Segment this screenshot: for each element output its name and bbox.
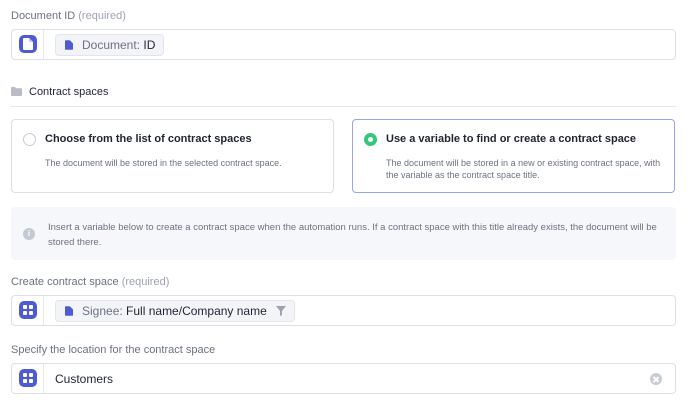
option-use-variable[interactable]: Use a variable to find or create a contr… bbox=[352, 119, 675, 193]
document-id-label: Document ID (required) bbox=[11, 10, 126, 22]
info-text: Insert a variable below to create a cont… bbox=[48, 222, 657, 248]
option-description: The document will be stored in the selec… bbox=[45, 158, 282, 168]
option-choose-from-list[interactable]: Choose from the list of contract spaces … bbox=[11, 119, 334, 193]
filter-icon[interactable] bbox=[276, 306, 287, 316]
clear-icon[interactable] bbox=[650, 373, 662, 385]
chip-value: Full name/Company name bbox=[126, 304, 267, 318]
contract-spaces-title: Contract spaces bbox=[29, 86, 109, 98]
folder-icon bbox=[11, 87, 22, 96]
location-label: Specify the location for the contract sp… bbox=[11, 344, 216, 356]
create-space-label: Create contract space (required) bbox=[11, 276, 170, 288]
document-chip-icon bbox=[65, 40, 73, 50]
radio-use-variable[interactable] bbox=[364, 133, 377, 146]
document-id-icon-cell bbox=[12, 30, 44, 59]
radio-choose-from-list[interactable] bbox=[23, 133, 36, 146]
signee-variable-chip[interactable]: Signee: Full name/Company name bbox=[55, 300, 296, 322]
location-icon-cell bbox=[12, 364, 44, 393]
create-space-icon-cell bbox=[12, 296, 44, 325]
create-space-field[interactable]: Signee: Full name/Company name bbox=[11, 295, 676, 326]
document-chip-icon bbox=[65, 306, 73, 316]
section-divider bbox=[11, 106, 676, 107]
chip-value: ID bbox=[143, 38, 156, 52]
option-title: Choose from the list of contract spaces bbox=[45, 133, 252, 145]
option-title: Use a variable to find or create a contr… bbox=[386, 133, 637, 145]
location-value[interactable]: Customers bbox=[55, 372, 113, 386]
option-description: The document will be stored in a new or … bbox=[386, 158, 661, 180]
document-icon bbox=[19, 35, 37, 53]
document-id-variable-chip[interactable]: Document: ID bbox=[55, 34, 165, 56]
grid-icon bbox=[19, 301, 37, 319]
grid-icon bbox=[19, 369, 37, 387]
chip-key: Document: bbox=[82, 38, 141, 52]
chip-key: Signee: bbox=[82, 304, 123, 318]
location-field[interactable]: Customers bbox=[11, 363, 676, 394]
info-banner: Insert a variable below to create a cont… bbox=[11, 207, 676, 260]
info-icon bbox=[23, 228, 35, 240]
document-id-field[interactable]: Document: ID bbox=[11, 29, 676, 60]
